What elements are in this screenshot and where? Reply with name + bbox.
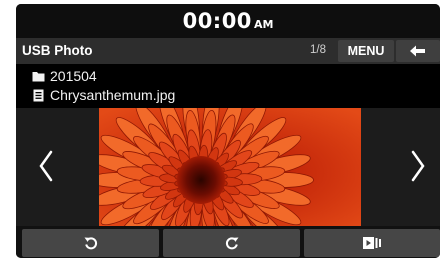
previous-photo-button[interactable]: [36, 148, 56, 184]
back-arrow-icon: [410, 45, 425, 57]
folder-icon: [32, 71, 45, 81]
slideshow-button[interactable]: [304, 229, 440, 257]
photo-viewer: [16, 108, 440, 226]
folder-row: 201504: [32, 66, 97, 86]
rotate-right-icon: [225, 237, 238, 250]
usb-photo-screen: 00:00 AM USB Photo 1/8 MENU 201504 Chrys…: [16, 4, 440, 258]
chrysanthemum-photo: [99, 108, 361, 226]
document-icon: [33, 89, 44, 101]
next-photo-button[interactable]: [408, 148, 428, 184]
photo-counter: 1/8: [310, 44, 326, 56]
clock: 00:00 AM: [16, 9, 440, 33]
slideshow-icon: [363, 237, 381, 249]
file-row: Chrysanthemum.jpg: [32, 85, 175, 105]
clock-ampm: AM: [253, 18, 274, 31]
rotate-right-button[interactable]: [163, 229, 300, 257]
rotate-left-icon: [84, 237, 97, 250]
status-bar: 00:00 AM: [16, 4, 440, 38]
menu-button[interactable]: MENU: [338, 40, 394, 62]
clock-time: 00:00: [182, 9, 252, 33]
file-name: Chrysanthemum.jpg: [50, 87, 176, 103]
back-button[interactable]: [396, 40, 440, 62]
folder-name: 201504: [50, 68, 97, 84]
rotate-left-button[interactable]: [22, 229, 159, 257]
file-info: 201504 Chrysanthemum.jpg: [16, 64, 440, 108]
page-title: USB Photo: [22, 43, 93, 58]
photo-image[interactable]: [99, 108, 361, 226]
bottom-toolbar: [16, 226, 440, 258]
title-bar: USB Photo 1/8 MENU: [16, 38, 440, 64]
